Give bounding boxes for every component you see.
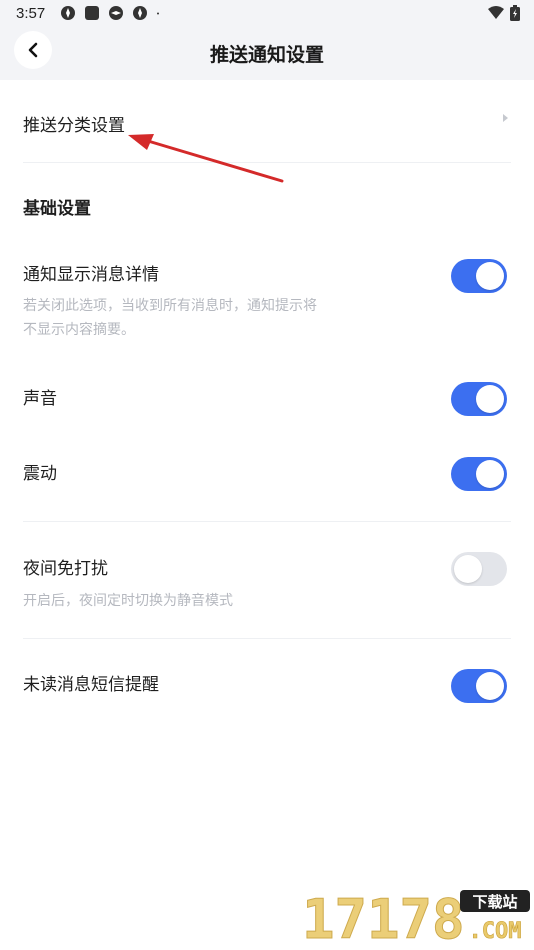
sound-toggle[interactable] [451, 382, 507, 416]
status-system-icons [488, 5, 520, 21]
setting-show-detail-row: 通知显示消息详情 若关闭此选项，当收到所有消息时，通知提示将不显示内容摘要。 [0, 240, 534, 350]
page-title: 推送通知设置 [209, 45, 324, 66]
toggle-knob [476, 460, 504, 488]
watermark-number: 17178 [302, 888, 465, 946]
title-bar: 推送通知设置 [0, 28, 534, 80]
status-time: 3:57 [16, 5, 46, 22]
divider [23, 162, 511, 163]
toggle-knob [476, 262, 504, 290]
setting-sound-row: 声音 [0, 365, 534, 435]
watermark-logo: 17178 下载站 .COM [302, 888, 530, 946]
toggle-knob [476, 672, 504, 700]
setting-vibrate-row: 震动 [0, 440, 534, 510]
watermark-tag: 下载站 [472, 893, 517, 911]
setting-dnd-label: 夜间免打扰 [23, 559, 108, 578]
divider [23, 521, 511, 522]
app-notification-icon [109, 6, 123, 20]
setting-sms-reminder-row: 未读消息短信提醒 [0, 650, 534, 720]
app-notification-icon [133, 6, 147, 20]
battery-charging-icon [510, 5, 520, 21]
setting-show-detail-desc: 若关闭此选项，当收到所有消息时，通知提示将不显示内容摘要。 [23, 297, 317, 337]
more-dot-icon [157, 12, 159, 15]
status-notification-icons [60, 5, 164, 21]
app-notification-icon [61, 6, 75, 20]
chevron-right-icon [503, 114, 508, 122]
dnd-toggle[interactable] [451, 552, 507, 586]
push-category-label: 推送分类设置 [23, 116, 125, 135]
watermark-domain: .COM [469, 919, 522, 944]
toggle-knob [476, 385, 504, 413]
setting-sound-label: 声音 [23, 389, 57, 408]
square-notification-icon [85, 6, 99, 20]
setting-dnd-desc: 开启后，夜间定时切换为静音模式 [23, 592, 233, 608]
setting-show-detail-label: 通知显示消息详情 [23, 265, 159, 284]
show-detail-toggle[interactable] [451, 259, 507, 293]
setting-sms-reminder-label: 未读消息短信提醒 [23, 675, 159, 694]
toggle-knob [454, 555, 482, 583]
status-bar: 3:57 [0, 0, 534, 28]
setting-vibrate-label: 震动 [23, 464, 57, 483]
setting-dnd-row: 夜间免打扰 开启后，夜间定时切换为静音模式 [0, 535, 534, 630]
wifi-icon [488, 6, 504, 19]
vibrate-toggle[interactable] [451, 457, 507, 491]
section-title-basic: 基础设置 [23, 199, 91, 218]
push-category-row[interactable]: 推送分类设置 [0, 80, 534, 162]
sms-reminder-toggle[interactable] [451, 669, 507, 703]
divider [23, 638, 511, 639]
